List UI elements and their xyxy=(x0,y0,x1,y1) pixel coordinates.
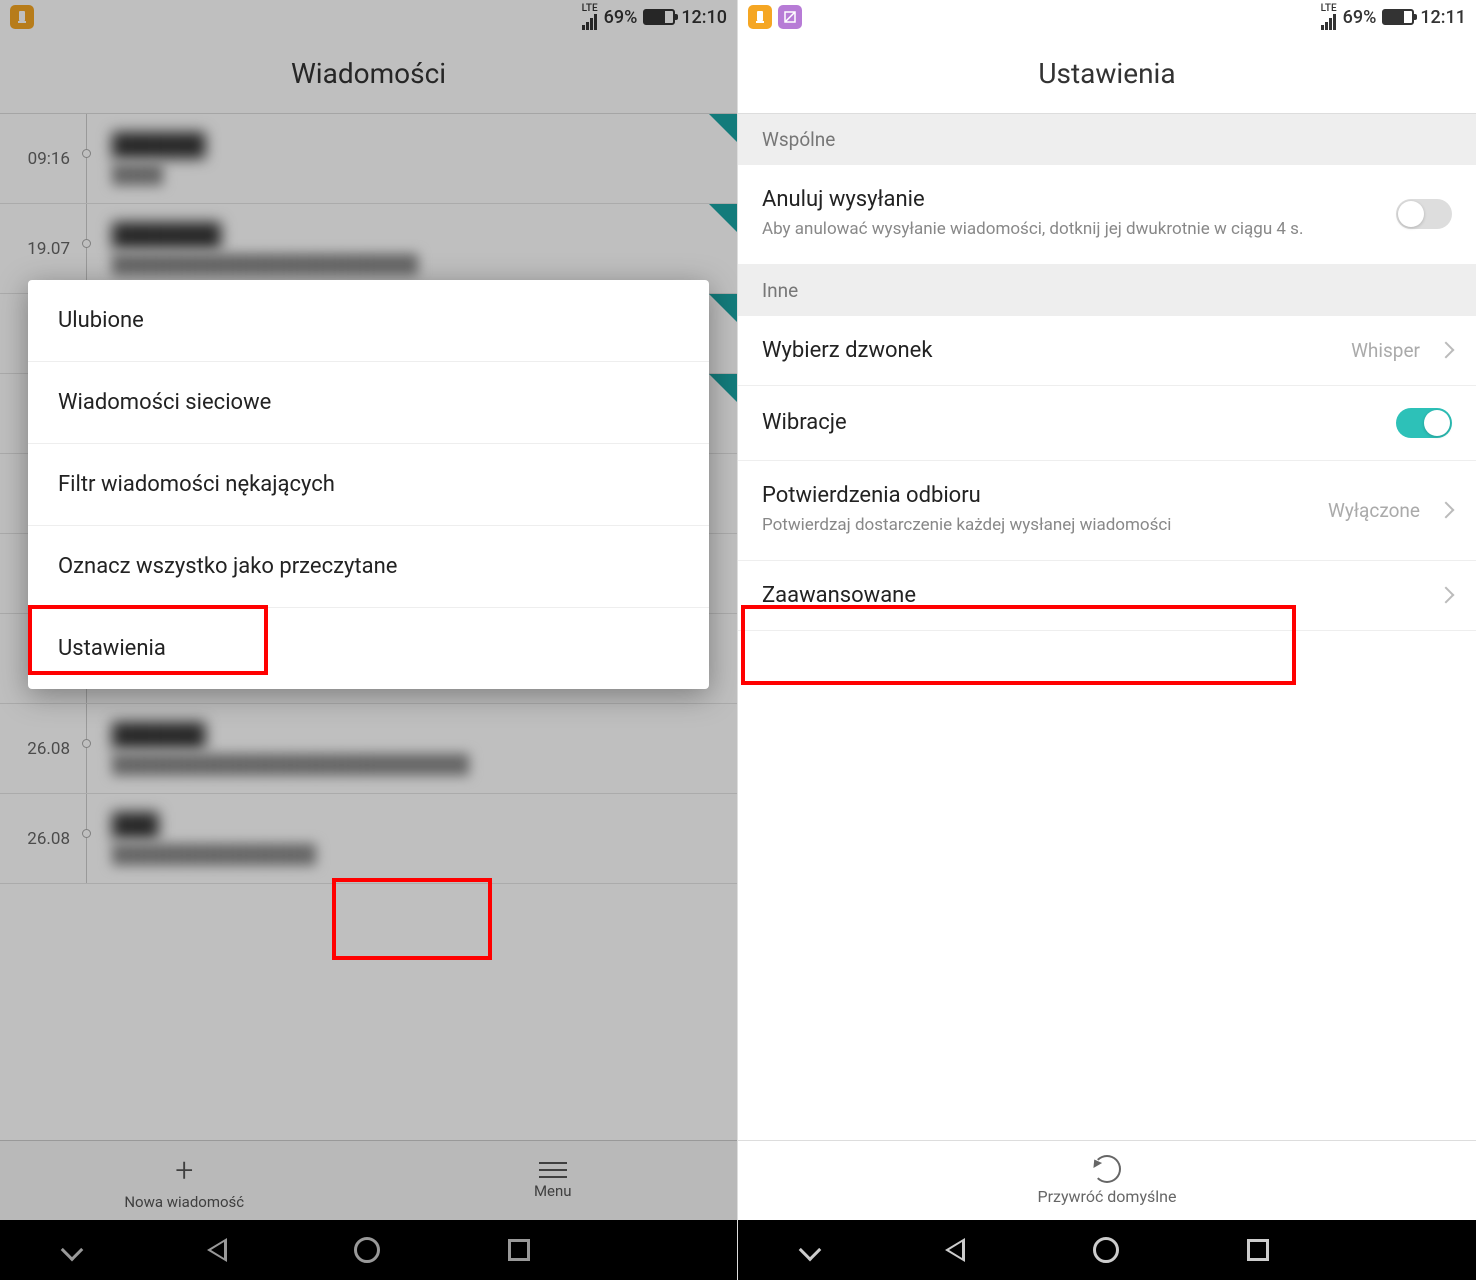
settings-list[interactable]: Wspólne Anuluj wysyłanie Aby anulować wy… xyxy=(738,114,1476,631)
menu-network-messages[interactable]: Wiadomości sieciowe xyxy=(28,362,709,444)
battery-percent: 69% xyxy=(1343,7,1377,28)
section-other: Inne xyxy=(738,265,1476,316)
plus-icon: + xyxy=(175,1151,193,1189)
unread-indicator xyxy=(709,294,737,322)
app-icon xyxy=(748,5,772,29)
nav-collapse-icon[interactable] xyxy=(798,1239,821,1262)
message-row[interactable]: 26.08 ██████ ███████████████████████████… xyxy=(0,704,737,794)
nav-back-icon[interactable] xyxy=(207,1238,227,1262)
nav-home-icon[interactable] xyxy=(354,1237,380,1263)
battery-icon xyxy=(643,9,675,25)
unread-indicator xyxy=(709,114,737,142)
context-menu: Ulubione Wiadomości sieciowe Filtr wiado… xyxy=(28,280,709,689)
restore-icon xyxy=(1093,1155,1121,1183)
message-row[interactable]: 26.08 ███ ████████████████ xyxy=(0,794,737,884)
setting-ringtone[interactable]: Wybierz dzwonek Whisper xyxy=(738,316,1476,386)
menu-favorites[interactable]: Ulubione xyxy=(28,280,709,362)
toggle-cancel-send[interactable] xyxy=(1396,199,1452,229)
nav-recent-icon[interactable] xyxy=(1247,1239,1269,1261)
setting-advanced[interactable]: Zaawansowane xyxy=(738,561,1476,631)
unread-indicator xyxy=(709,204,737,232)
toggle-vibration[interactable] xyxy=(1396,408,1452,438)
setting-vibration[interactable]: Wibracje xyxy=(738,386,1476,461)
chevron-right-icon xyxy=(1438,587,1455,604)
network-type: LTE xyxy=(582,4,598,14)
battery-icon xyxy=(1382,9,1414,25)
status-bar: LTE 69% 12:11 xyxy=(738,0,1476,34)
clock: 12:10 xyxy=(681,7,727,28)
signal-icon xyxy=(582,14,597,30)
delivery-value: Wyłączone xyxy=(1328,499,1420,522)
section-common: Wspólne xyxy=(738,114,1476,165)
menu-button[interactable]: Menu xyxy=(369,1141,738,1220)
network-type: LTE xyxy=(1321,4,1337,14)
hamburger-icon xyxy=(539,1162,567,1178)
clock: 12:11 xyxy=(1420,7,1466,28)
nav-home-icon[interactable] xyxy=(1093,1237,1119,1263)
nav-collapse-icon[interactable] xyxy=(60,1239,83,1262)
menu-harassment-filter[interactable]: Filtr wiadomości nękających xyxy=(28,444,709,526)
chevron-right-icon xyxy=(1438,502,1455,519)
app-icon-2 xyxy=(778,5,802,29)
nav-back-icon[interactable] xyxy=(945,1238,965,1262)
android-nav-bar xyxy=(738,1220,1476,1280)
android-nav-bar xyxy=(0,1220,737,1280)
battery-percent: 69% xyxy=(604,7,638,28)
phone-left: LTE 69% 12:10 Wiadomości 09:16 ██████ ██… xyxy=(0,0,738,1280)
bottom-toolbar: + Nowa wiadomość Menu xyxy=(0,1140,737,1220)
new-message-button[interactable]: + Nowa wiadomość xyxy=(0,1141,369,1220)
app-icon xyxy=(10,5,34,29)
page-title: Wiadomości xyxy=(0,34,737,114)
page-title: Ustawienia xyxy=(738,34,1476,114)
chevron-right-icon xyxy=(1438,342,1455,359)
menu-settings[interactable]: Ustawienia xyxy=(28,608,709,689)
status-bar: LTE 69% 12:10 xyxy=(0,0,737,34)
menu-mark-all-read[interactable]: Oznacz wszystko jako przeczytane xyxy=(28,526,709,608)
nav-recent-icon[interactable] xyxy=(508,1239,530,1261)
unread-indicator xyxy=(709,374,737,402)
ringtone-value: Whisper xyxy=(1351,339,1420,362)
setting-delivery-receipts[interactable]: Potwierdzenia odbioru Potwierdzaj dostar… xyxy=(738,461,1476,561)
setting-cancel-send[interactable]: Anuluj wysyłanie Aby anulować wysyłanie … xyxy=(738,165,1476,265)
highlight-menu xyxy=(332,878,492,960)
signal-icon xyxy=(1321,14,1336,30)
phone-right: LTE 69% 12:11 Ustawienia Wspólne Anuluj … xyxy=(738,0,1476,1280)
message-row[interactable]: 09:16 ██████ ████ xyxy=(0,114,737,204)
restore-defaults-button[interactable]: Przywróć domyślne xyxy=(738,1140,1476,1220)
